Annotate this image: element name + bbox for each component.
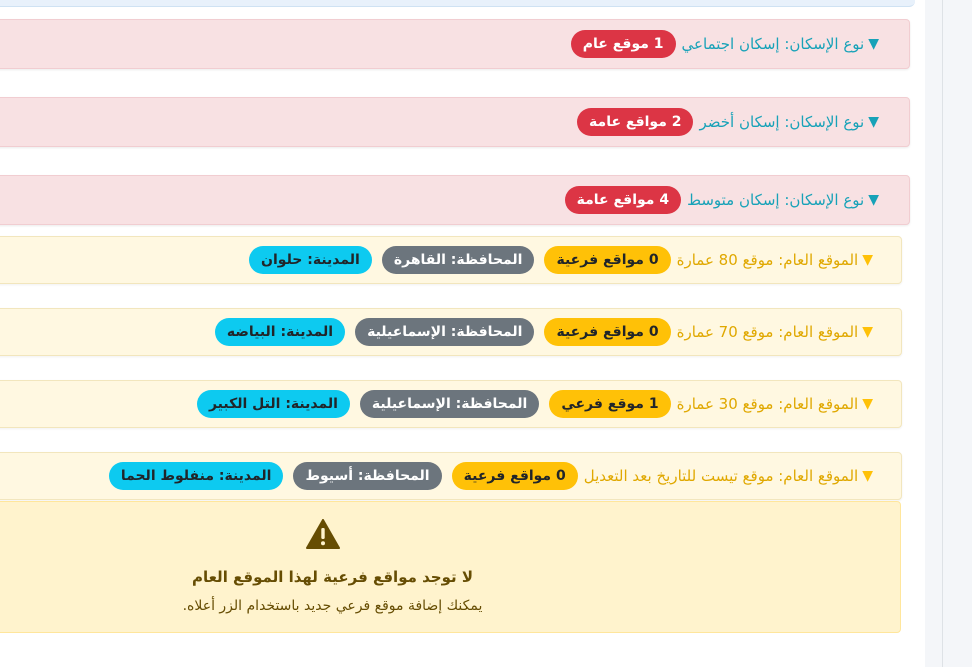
collapse-toggle-icon[interactable]: ▼ [862,468,873,484]
sidebar-divider [942,0,943,667]
housing-type-label: نوع الإسكان: إسكان اجتماعي [681,35,865,53]
city-badge: المدينة: التل الكبير [196,390,350,418]
collapse-toggle-icon[interactable]: ▼ [868,192,879,208]
sub-sites-count-badge: 0 مواقع فرعية [451,462,578,490]
general-site-card[interactable]: ▼ الموقع العام: موقع تيست للتاريخ بعد ال… [0,452,902,500]
general-sites-count-badge: 2 مواقع عامة [577,108,694,136]
housing-type-label: نوع الإسكان: إسكان متوسط [687,191,865,209]
collapse-toggle-icon[interactable]: ▼ [868,36,879,52]
general-site-label: الموقع العام: موقع 30 عمارة [676,395,859,413]
collapse-toggle-icon[interactable]: ▼ [868,114,879,130]
sub-sites-count-badge: 0 مواقع فرعية [544,246,671,274]
general-sites-count-badge: 4 مواقع عامة [564,186,682,214]
housing-type-card-green[interactable]: ▼ نوع الإسكان: إسكان أخضر 2 مواقع عامة [0,97,910,147]
governorate-badge: المحافظة: الإسماعيلية [355,318,535,346]
governorate-badge: المحافظة: القاهرة [381,246,535,274]
collapse-toggle-icon[interactable]: ▼ [862,396,873,412]
sub-sites-count-badge: 1 موقع فرعي [549,390,671,418]
general-sites-count-badge: 1 موقع عام [570,30,676,58]
housing-type-card-medium[interactable]: ▼ نوع الإسكان: إسكان متوسط 4 مواقع عامة [0,175,910,225]
general-site-card[interactable]: ▼ الموقع العام: موقع 80 عمارة 0 مواقع فر… [0,236,902,284]
general-site-card[interactable]: ▼ الموقع العام: موقع 70 عمارة 0 مواقع فر… [0,308,902,356]
general-site-label: الموقع العام: موقع 70 عمارة [676,323,859,341]
city-badge: المدينة: منفلوط الحما [108,462,284,490]
housing-type-card-social[interactable]: ▼ نوع الإسكان: إسكان اجتماعي 1 موقع عام [0,19,910,69]
alert-title: لا توجد مواقع فرعية لهذا الموقع العام [191,568,474,586]
governorate-badge: المحافظة: الإسماعيلية [359,390,540,418]
sub-sites-count-badge: 0 مواقع فرعية [544,318,671,346]
collapse-toggle-icon[interactable]: ▼ [862,252,873,268]
city-badge: المدينة: البياضه [214,318,346,346]
governorate-badge: المحافظة: أسيوط [293,462,442,490]
warning-triangle-icon [306,519,340,549]
collapse-toggle-icon[interactable]: ▼ [862,324,873,340]
city-badge: المدينة: حلوان [249,246,372,274]
previous-card-edge [0,0,915,7]
housing-type-label: نوع الإسكان: إسكان أخضر [699,113,865,131]
main-content: ▼ نوع الإسكان: إسكان اجتماعي 1 موقع عام … [0,0,925,667]
general-site-label: الموقع العام: موقع 80 عمارة [676,251,859,269]
general-site-card[interactable]: ▼ الموقع العام: موقع 30 عمارة 1 موقع فرع… [0,380,902,428]
alert-text: يمكنك إضافة موقع فرعي جديد باستخدام الزر… [182,598,483,614]
no-sub-sites-alert: لا توجد مواقع فرعية لهذا الموقع العام يم… [0,501,901,633]
general-site-label: الموقع العام: موقع تيست للتاريخ بعد التع… [583,467,859,485]
